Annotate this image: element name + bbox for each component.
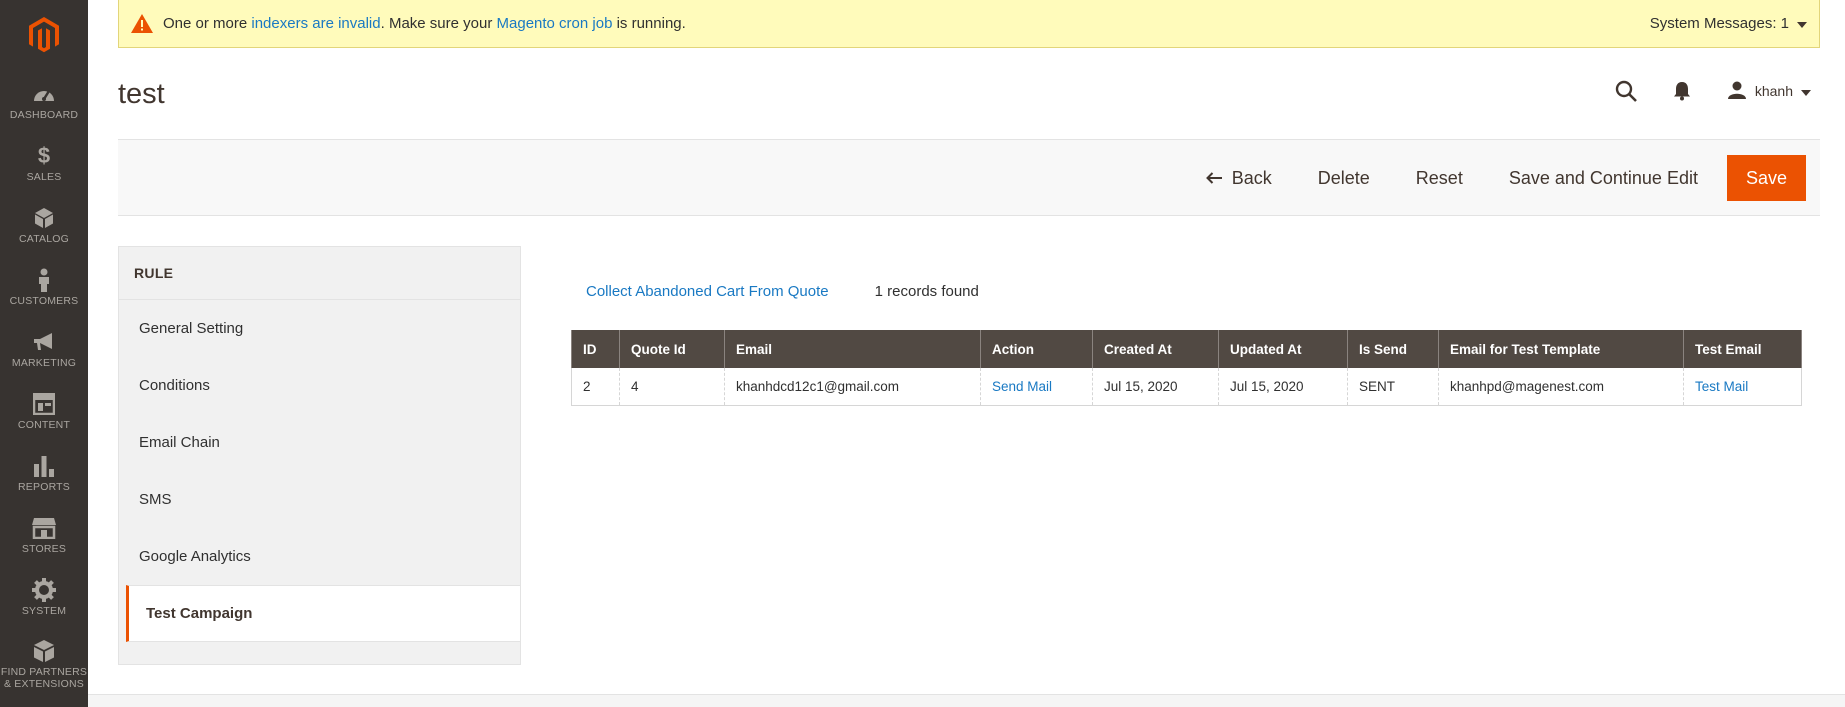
- reset-button[interactable]: Reset: [1393, 155, 1486, 201]
- nav-find-partners[interactable]: Find Partners & Extensions: [0, 628, 88, 700]
- message-text-part: is running.: [612, 15, 686, 32]
- rule-tabs: RULE General Setting Conditions Email Ch…: [118, 246, 521, 665]
- cell-created-at: Jul 15, 2020: [1092, 368, 1219, 406]
- nav-reports[interactable]: Reports: [0, 442, 88, 504]
- nav-stores-label: Stores: [21, 543, 67, 555]
- nav-dashboard-label: Dashboard: [9, 109, 79, 121]
- person-icon: [37, 267, 51, 293]
- back-label: Back: [1231, 167, 1272, 188]
- grid-header-row: ID Quote Id Email Action Created At Upda…: [571, 330, 1802, 368]
- system-message-bar: One or more indexers are invalid. Make s…: [118, 0, 1820, 48]
- dollar-icon: $: [37, 143, 51, 168]
- column-header-action[interactable]: Action: [980, 330, 1093, 368]
- nav-find-partners-label: Find Partners & Extensions: [0, 666, 88, 690]
- message-text-part: One or more: [163, 15, 252, 32]
- arrow-left-icon: [1205, 168, 1222, 189]
- tab-sms[interactable]: SMS: [119, 471, 520, 528]
- column-header-quote-id[interactable]: Quote Id: [619, 330, 725, 368]
- nav-customers-label: Customers: [9, 295, 79, 307]
- nav-sales-label: Sales: [26, 171, 62, 183]
- cell-action: Send Mail: [980, 368, 1093, 406]
- system-messages-count: System Messages: 1: [1649, 15, 1789, 32]
- message-text-part: . Make sure your: [380, 15, 497, 32]
- column-header-test-email[interactable]: Test Email: [1683, 330, 1802, 368]
- header-actions: khanh: [1579, 78, 1811, 104]
- notifications-bell-icon[interactable]: [1673, 81, 1691, 101]
- column-header-id[interactable]: ID: [571, 330, 620, 368]
- tab-general-setting[interactable]: General Setting: [119, 300, 520, 357]
- user-account-menu[interactable]: khanh: [1727, 81, 1811, 102]
- nav-marketing[interactable]: Marketing: [0, 318, 88, 380]
- gear-icon: [32, 577, 56, 603]
- test-campaign-grid: ID Quote Id Email Action Created At Upda…: [571, 330, 1802, 406]
- dashboard-icon: [32, 81, 56, 107]
- save-button[interactable]: Save: [1726, 155, 1806, 201]
- column-header-created-at[interactable]: Created At: [1092, 330, 1219, 368]
- layout-icon: [33, 391, 55, 417]
- column-header-email[interactable]: Email: [724, 330, 981, 368]
- cell-updated-at: Jul 15, 2020: [1218, 368, 1348, 406]
- nav-catalog[interactable]: Catalog: [0, 194, 88, 256]
- nav-catalog-label: Catalog: [18, 233, 70, 245]
- records-found-count: 1 records found: [874, 283, 979, 300]
- table-row: 2 4 khanhdcd12c1@gmail.com Send Mail Jul…: [571, 368, 1802, 406]
- magento-logo-icon: [29, 17, 59, 53]
- cell-test-template-email: khanhpd@magenest.com: [1438, 368, 1684, 406]
- boxes-icon: [32, 638, 56, 664]
- system-message-text: One or more indexers are invalid. Make s…: [163, 15, 686, 32]
- cell-quote-id: 4: [619, 368, 725, 406]
- nav-system[interactable]: System: [0, 566, 88, 628]
- collect-abandoned-cart-link[interactable]: Collect Abandoned Cart From Quote: [586, 283, 829, 300]
- bar-chart-icon: [33, 453, 55, 479]
- cube-icon: [34, 205, 54, 231]
- user-name: khanh: [1754, 83, 1793, 99]
- magento-logo[interactable]: [0, 0, 88, 70]
- nav-stores[interactable]: Stores: [0, 504, 88, 566]
- save-and-continue-button[interactable]: Save and Continue Edit: [1486, 155, 1721, 201]
- cron-job-link[interactable]: Magento cron job: [497, 15, 613, 32]
- cell-email: khanhdcd12c1@gmail.com: [724, 368, 981, 406]
- column-header-updated-at[interactable]: Updated At: [1218, 330, 1348, 368]
- nav-content[interactable]: Content: [0, 380, 88, 442]
- nav-customers[interactable]: Customers: [0, 256, 88, 318]
- system-messages-toggle[interactable]: System Messages: 1: [1650, 15, 1807, 32]
- nav-content-label: Content: [17, 419, 71, 431]
- megaphone-icon: [32, 329, 56, 355]
- nav-dashboard[interactable]: Dashboard: [0, 70, 88, 132]
- page-actions-buttons: Back Delete Reset Save and Continue Edit…: [1183, 155, 1806, 201]
- nav-reports-label: Reports: [18, 481, 70, 493]
- indexers-invalid-link[interactable]: indexers are invalid: [251, 15, 380, 32]
- send-mail-link[interactable]: Send Mail: [992, 379, 1052, 394]
- caret-down-icon: [1797, 15, 1807, 32]
- page-title: test: [118, 78, 165, 110]
- search-icon[interactable]: [1615, 80, 1637, 102]
- tab-email-chain[interactable]: Email Chain: [119, 414, 520, 471]
- column-header-email-test-template[interactable]: Email for Test Template: [1438, 330, 1684, 368]
- tab-google-analytics[interactable]: Google Analytics: [119, 528, 520, 585]
- page-actions-bar: Back Delete Reset Save and Continue Edit…: [118, 139, 1820, 216]
- caret-down-icon: [1801, 83, 1811, 99]
- user-avatar-icon: [1727, 81, 1747, 102]
- admin-menu: Dashboard $ Sales Catalog Customers Mark…: [0, 0, 88, 707]
- nav-marketing-label: Marketing: [11, 357, 77, 369]
- page-footer: [88, 694, 1845, 707]
- tabs-title: RULE: [119, 247, 520, 300]
- test-mail-link[interactable]: Test Mail: [1695, 379, 1748, 394]
- cell-test-email: Test Mail: [1683, 368, 1802, 406]
- cell-id: 2: [571, 368, 620, 406]
- delete-button[interactable]: Delete: [1295, 155, 1393, 201]
- nav-system-label: System: [21, 605, 67, 617]
- warning-icon: [131, 14, 153, 33]
- tab-conditions[interactable]: Conditions: [119, 357, 520, 414]
- nav-sales[interactable]: $ Sales: [0, 132, 88, 194]
- cell-is-send: SENT: [1347, 368, 1439, 406]
- back-button[interactable]: Back: [1183, 155, 1295, 201]
- store-icon: [31, 515, 57, 541]
- tab-test-campaign[interactable]: Test Campaign: [126, 585, 520, 642]
- grid-header: Collect Abandoned Cart From Quote 1 reco…: [586, 283, 979, 300]
- column-header-is-send[interactable]: Is Send: [1347, 330, 1439, 368]
